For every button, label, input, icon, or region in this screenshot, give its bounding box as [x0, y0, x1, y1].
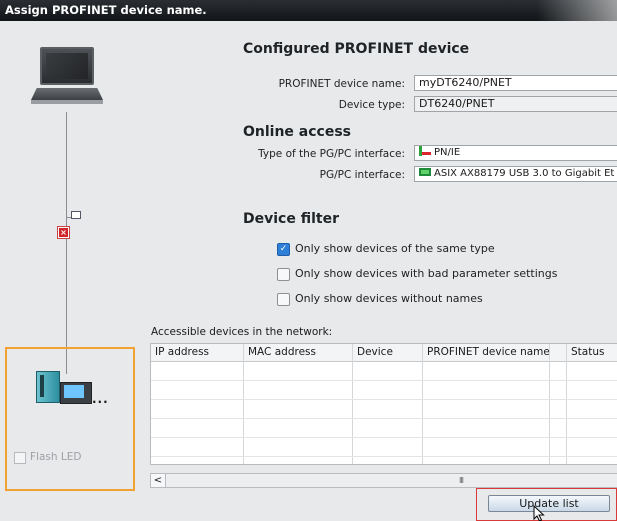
- table-horizontal-scrollbar[interactable]: < III: [150, 473, 617, 488]
- col-separator: [422, 344, 423, 464]
- table-row[interactable]: [151, 418, 617, 419]
- interface-label: PG/PC interface:: [319, 169, 405, 181]
- table-row[interactable]: [151, 399, 617, 400]
- col-separator: [566, 344, 567, 464]
- interface-select[interactable]: ASIX AX88179 USB 3.0 to Gigabit Et: [414, 166, 617, 182]
- pg-pc-base: [31, 100, 103, 104]
- filter-bad-params-label: Only show devices with bad parameter set…: [295, 267, 558, 280]
- network-card-icon: [419, 168, 431, 176]
- device-more: ...: [92, 392, 109, 406]
- filter-bad-params-checkbox[interactable]: [277, 268, 290, 281]
- filter-same-type-checkbox[interactable]: ✓: [277, 243, 290, 256]
- title-shine: [537, 0, 617, 21]
- window-title-text: Assign PROFINET device name.: [5, 3, 207, 17]
- col-mac-address[interactable]: MAC address: [244, 344, 316, 361]
- interface-value: ASIX AX88179 USB 3.0 to Gigabit Et: [434, 168, 615, 179]
- interface-type-select[interactable]: PN/IE: [414, 145, 617, 161]
- scroll-thumb-grip[interactable]: III: [455, 476, 467, 485]
- port-icon: [71, 211, 81, 219]
- pg-pc-keyboard: [31, 88, 103, 100]
- network-line: [66, 112, 67, 374]
- device-name-label: PROFINET device name:: [278, 78, 405, 90]
- filter-without-names-checkbox[interactable]: [277, 293, 290, 306]
- table-row[interactable]: [151, 437, 617, 438]
- flash-led-checkbox[interactable]: [14, 452, 26, 464]
- assign-device-name-dialog: Assign PROFINET device name. × ... Flash…: [0, 0, 617, 521]
- col-ip-address[interactable]: IP address: [151, 344, 209, 361]
- table-header: IP address MAC address Device PROFINET d…: [151, 344, 617, 362]
- error-icon: ×: [58, 227, 69, 238]
- mouse-cursor-icon: [533, 505, 545, 521]
- update-list-button[interactable]: Update list: [488, 495, 610, 512]
- col-profinet-name[interactable]: PROFINET device name: [423, 344, 550, 361]
- interface-type-value: PN/IE: [434, 147, 461, 158]
- scroll-left-button[interactable]: <: [151, 474, 166, 487]
- pn-ie-icon: [419, 146, 431, 156]
- accessible-devices-label: Accessible devices in the network:: [151, 326, 333, 338]
- flash-led-label: Flash LED: [30, 451, 82, 463]
- window-title: Assign PROFINET device name.: [0, 0, 617, 21]
- interface-type-label: Type of the PG/PC interface:: [258, 148, 405, 160]
- configured-device-heading: Configured PROFINET device: [243, 41, 470, 57]
- table-row[interactable]: [151, 380, 617, 381]
- table-row[interactable]: [151, 456, 617, 457]
- col-separator: [549, 344, 550, 464]
- col-separator: [352, 344, 353, 464]
- selected-device-box[interactable]: [5, 347, 135, 491]
- accessible-devices-table: IP address MAC address Device PROFINET d…: [150, 343, 617, 465]
- pg-pc-icon: [40, 47, 94, 85]
- col-status[interactable]: Status: [567, 344, 604, 361]
- device-name-field[interactable]: myDT6240/PNET: [414, 75, 617, 91]
- device-type-label: Device type:: [338, 99, 405, 111]
- online-access-heading: Online access: [243, 124, 352, 140]
- filter-without-names-label: Only show devices without names: [295, 292, 483, 305]
- device-module-stripe: [40, 375, 44, 397]
- col-device[interactable]: Device: [353, 344, 393, 361]
- device-type-field: DT6240/PNET: [414, 96, 617, 112]
- device-controller-screen: [64, 385, 84, 398]
- col-separator: [243, 344, 244, 464]
- filter-same-type-label: Only show devices of the same type: [295, 242, 495, 255]
- device-filter-heading: Device filter: [243, 211, 339, 227]
